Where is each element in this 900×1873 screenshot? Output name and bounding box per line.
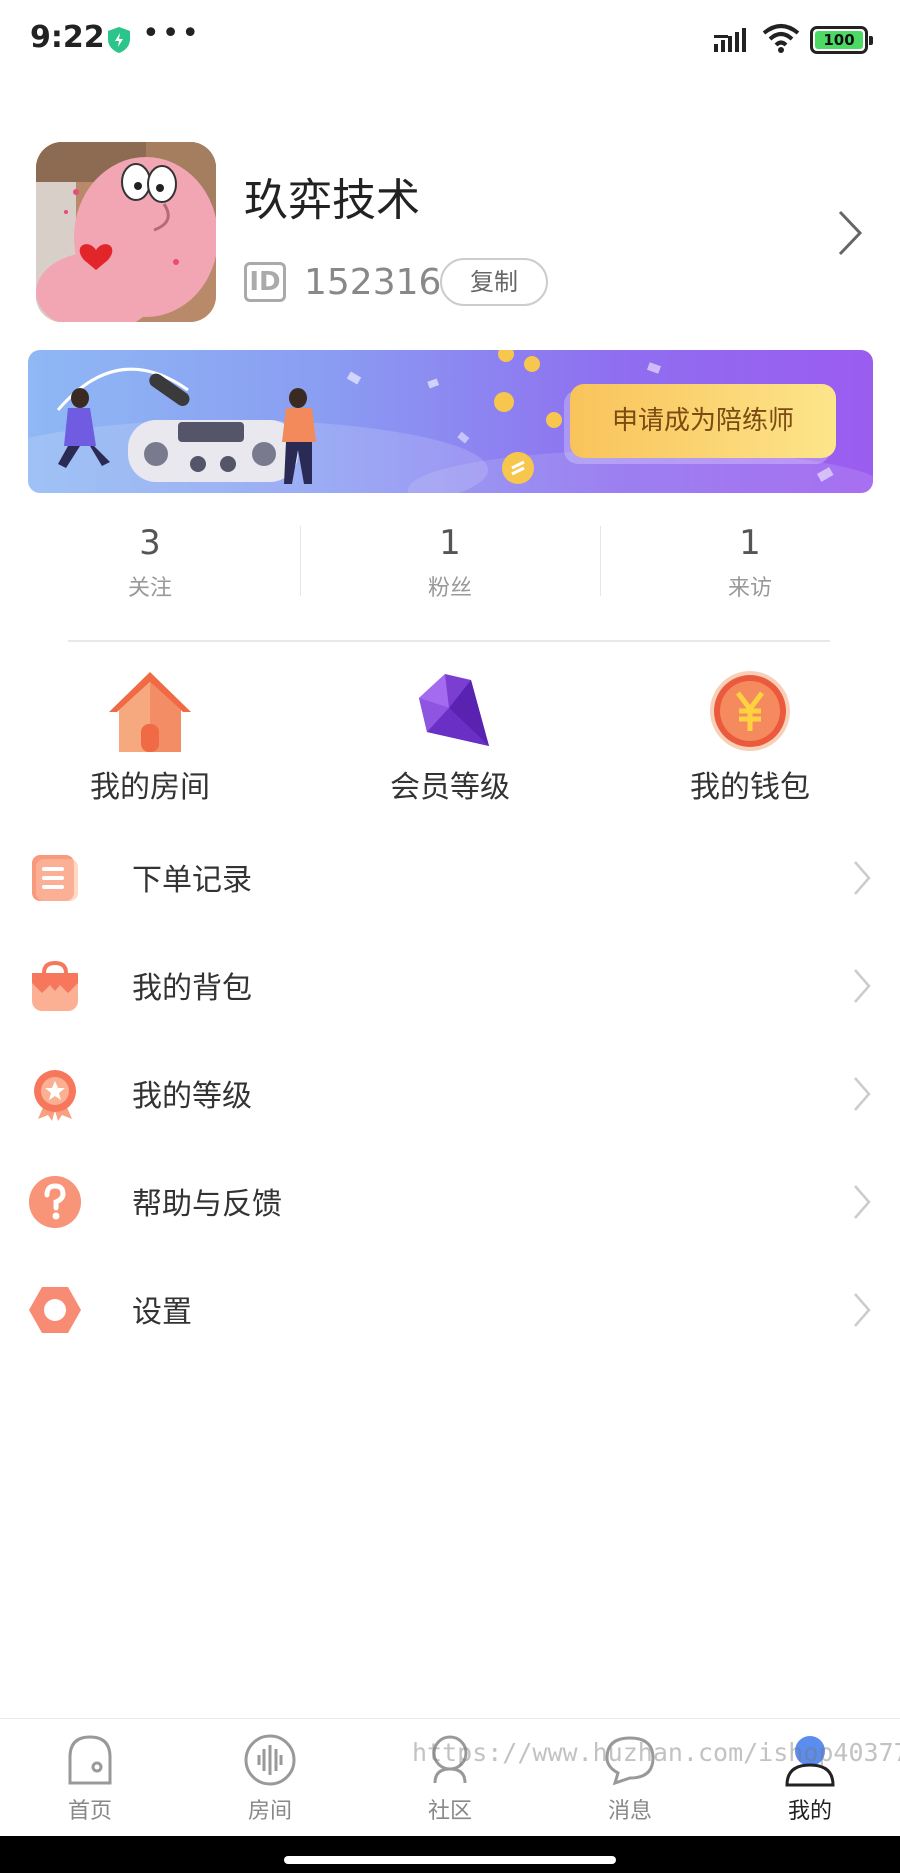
room-icon <box>244 1734 296 1786</box>
diamond-icon <box>419 674 489 746</box>
quick-wallet[interactable]: 我的钱包 <box>640 668 860 806</box>
promo-banner[interactable]: 申请成为陪练师 <box>28 350 873 493</box>
order-list-icon <box>32 855 78 901</box>
stat-following[interactable]: 3 关注 <box>0 520 300 602</box>
chevron-right-icon <box>854 1077 871 1111</box>
menu-label: 我的背包 <box>132 971 252 1006</box>
avatar-image <box>36 142 216 322</box>
backpack-icon <box>32 960 78 1011</box>
home-icon <box>68 1735 112 1785</box>
quick-label: 会员等级 <box>390 770 510 805</box>
battery-icon: 100 <box>810 26 873 54</box>
divider <box>68 640 830 642</box>
quick-label: 我的钱包 <box>690 770 810 805</box>
user-id: 152316 <box>304 262 442 303</box>
nav-room[interactable]: 房间 <box>180 1733 360 1825</box>
wifi-icon <box>762 24 800 53</box>
more-dots-icon: ••• <box>142 16 202 51</box>
copy-id-button[interactable]: 复制 <box>440 258 548 306</box>
nav-label: 消息 <box>607 1799 652 1824</box>
nav-label: 社区 <box>427 1799 472 1824</box>
menu-my-backpack[interactable]: 我的背包 <box>0 933 900 1033</box>
stat-label: 关注 <box>127 576 172 601</box>
username: 玖弈技术 <box>244 175 420 226</box>
bottom-nav: 首页 房间 社区 消息 我的 <box>0 1718 900 1836</box>
status-time: 9:22 <box>30 20 105 55</box>
battery-level: 100 <box>815 31 863 49</box>
shield-icon <box>108 27 130 53</box>
stat-value: 1 <box>439 523 461 563</box>
chevron-right-icon <box>854 1293 871 1327</box>
stat-visitors[interactable]: 1 来访 <box>600 520 900 602</box>
nav-home[interactable]: 首页 <box>0 1733 180 1825</box>
stat-fans[interactable]: 1 粉丝 <box>300 520 600 602</box>
status-bar: 9:22 ••• 100 <box>0 0 900 80</box>
quick-my-room[interactable]: 我的房间 <box>40 668 260 806</box>
chevron-right-icon <box>854 861 871 895</box>
menu-label: 下单记录 <box>132 863 252 898</box>
menu-my-level[interactable]: 我的等级 <box>0 1041 900 1141</box>
stat-value: 1 <box>739 523 761 563</box>
nav-label: 我的 <box>787 1799 832 1824</box>
chevron-right-icon <box>854 1185 871 1219</box>
medal-icon <box>34 1070 76 1121</box>
menu-label: 帮助与反馈 <box>132 1187 282 1222</box>
menu-order-history[interactable]: 下单记录 <box>0 825 900 925</box>
menu-settings[interactable]: 设置 <box>0 1257 900 1357</box>
divider <box>600 526 601 596</box>
settings-icon <box>29 1287 81 1333</box>
id-badge-icon: ID <box>244 262 286 302</box>
stat-value: 3 <box>139 523 161 563</box>
house-icon <box>109 672 191 752</box>
menu-help-feedback[interactable]: 帮助与反馈 <box>0 1149 900 1249</box>
chevron-right-icon <box>854 969 871 1003</box>
watermark-text: https://www.huzhan.com/ishop40377 <box>412 1738 900 1767</box>
stat-label: 来访 <box>727 576 772 601</box>
nav-label: 首页 <box>67 1799 112 1824</box>
apply-coach-button[interactable]: 申请成为陪练师 <box>570 384 836 458</box>
quick-membership[interactable]: 会员等级 <box>340 668 560 806</box>
stat-label: 粉丝 <box>427 576 472 601</box>
avatar[interactable] <box>36 142 216 322</box>
menu-label: 我的等级 <box>132 1079 252 1114</box>
menu-label: 设置 <box>132 1295 192 1330</box>
signal-icon <box>714 28 746 52</box>
help-icon <box>29 1176 81 1228</box>
yuan-coin-icon <box>710 671 790 751</box>
system-nav-bar <box>0 1836 900 1873</box>
chevron-right-icon[interactable] <box>836 208 866 258</box>
divider <box>300 526 301 596</box>
nav-label: 房间 <box>247 1799 292 1824</box>
stats-row: 3 关注 1 粉丝 1 来访 <box>0 520 900 602</box>
quick-label: 我的房间 <box>90 770 210 805</box>
home-indicator[interactable] <box>284 1856 616 1864</box>
